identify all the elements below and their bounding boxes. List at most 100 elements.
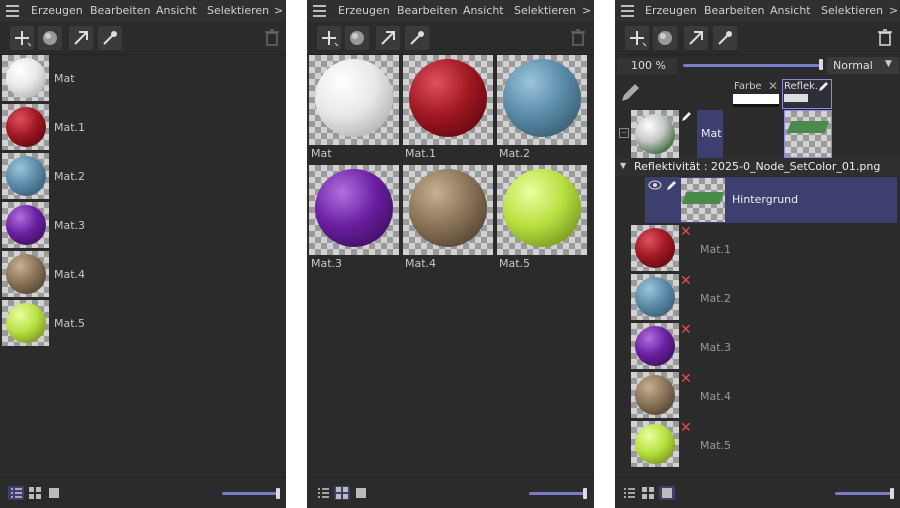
grid-view-icon[interactable] [334,486,350,500]
menu-more-chevron[interactable]: > [274,4,283,17]
menu-erzeugen[interactable]: Erzeugen [31,4,83,17]
hamburger-menu-icon[interactable] [313,5,326,17]
menu-bearbeiten[interactable]: Bearbeiten [704,4,764,17]
add-material-button[interactable] [625,26,649,50]
material-thumbnail[interactable] [631,225,679,271]
slider-knob[interactable] [276,488,280,499]
single-view-icon[interactable] [353,486,369,500]
grid-item[interactable] [497,165,587,255]
material-thumbnail[interactable] [631,110,679,158]
grid-item[interactable] [403,165,493,255]
close-icon[interactable]: ✕ [680,420,694,436]
layer-row-hintergrund[interactable]: Hintergrund [645,177,897,223]
menu-more-chevron[interactable]: > [582,4,591,17]
material-thumbnail[interactable] [631,323,679,369]
opacity-slider[interactable] [683,64,821,67]
menu-ansicht[interactable]: Ansicht [770,4,811,17]
material-thumbnail [2,251,49,297]
menu-erzeugen[interactable]: Erzeugen [645,4,697,17]
material-name: Mat.5 [54,317,86,330]
grid-item[interactable] [309,165,399,255]
material-thumbnail [2,300,49,346]
grid-item[interactable] [309,55,399,145]
channel-farbe-label: Farbe [734,81,762,92]
menu-ansicht[interactable]: Ansicht [156,4,197,17]
apply-arrow-icon[interactable] [376,26,400,50]
channel-farbe-swatch[interactable] [733,94,779,107]
sphere-material-icon[interactable] [653,26,677,50]
material-name: Mat.1 [54,121,86,134]
thumbnail-size-slider[interactable] [222,492,278,495]
close-icon[interactable]: ✕ [680,322,694,338]
slider-knob[interactable] [583,488,587,499]
reflectance-layer-thumbnail[interactable] [784,110,832,158]
opacity-field[interactable]: 100 % [617,58,677,74]
hamburger-menu-icon[interactable] [621,5,634,17]
hamburger-menu-icon[interactable] [6,5,19,17]
grid-item[interactable] [403,55,493,145]
list-item[interactable]: Mat.3 [0,201,286,249]
material-name: Mat.3 [311,257,343,270]
list-item[interactable]: Mat.2 [0,152,286,200]
single-view-icon[interactable] [659,486,675,500]
add-material-button[interactable] [317,26,341,50]
material-thumbnail[interactable] [631,421,679,467]
section-header[interactable]: ▼ Reflektivität : 2025-0_Node_SetColor_0… [615,158,900,176]
trash-icon[interactable] [260,26,284,50]
menu-erzeugen[interactable]: Erzeugen [338,4,390,17]
material-name: Mat.4 [405,257,437,270]
edit-pencil-icon[interactable] [666,179,678,191]
material-thumbnail[interactable] [631,274,679,320]
active-material-chip[interactable]: Mat [697,110,723,158]
eyedropper-icon[interactable] [405,26,429,50]
list-item[interactable]: Mat.4 [0,250,286,298]
list-view-icon[interactable] [8,486,24,500]
slider-knob[interactable] [890,488,894,499]
opacity-slider-knob[interactable] [819,59,823,70]
grid-item[interactable] [497,55,587,145]
eyedropper-icon[interactable] [713,26,737,50]
add-material-button[interactable] [10,26,34,50]
list-view-icon[interactable] [621,486,637,500]
blend-mode-dropdown[interactable]: Normal ▼ [827,57,899,74]
close-icon[interactable]: ✕ [680,371,694,387]
collapse-icon[interactable]: − [619,128,629,138]
single-view-icon[interactable] [46,486,62,500]
edit-pencil-icon[interactable] [818,80,830,92]
menu-selektieren[interactable]: Selektieren [514,4,576,17]
trash-icon[interactable] [873,26,897,50]
pencil-icon[interactable] [619,82,641,104]
close-icon[interactable]: ✕ [680,273,694,289]
close-icon[interactable]: ✕ [768,79,778,93]
toolbar [307,22,594,55]
eyedropper-icon[interactable] [98,26,122,50]
sphere-material-icon[interactable] [345,26,369,50]
apply-arrow-icon[interactable] [684,26,708,50]
list-item[interactable]: Mat.1 [0,103,286,151]
menu-bar: Erzeugen Bearbeiten Ansicht Selektieren … [615,0,900,22]
eye-icon[interactable] [648,180,662,190]
apply-arrow-icon[interactable] [69,26,93,50]
menu-ansicht[interactable]: Ansicht [463,4,504,17]
menu-more-chevron[interactable]: > [889,4,898,17]
thumbnail-size-slider[interactable] [835,492,891,495]
menu-selektieren[interactable]: Selektieren [207,4,269,17]
trash-icon[interactable] [566,26,590,50]
grid-view-icon[interactable] [640,486,656,500]
menu-bearbeiten[interactable]: Bearbeiten [90,4,150,17]
material-thumbnail [2,104,49,150]
chevron-down-icon: ▼ [885,59,892,69]
menu-bar: Erzeugen Bearbeiten Ansicht Selektieren … [307,0,594,22]
list-view-icon[interactable] [315,486,331,500]
menu-bearbeiten[interactable]: Bearbeiten [397,4,457,17]
menu-selektieren[interactable]: Selektieren [821,4,883,17]
thumbnail-size-slider[interactable] [529,492,585,495]
sphere-material-icon[interactable] [38,26,62,50]
edit-pencil-icon[interactable] [681,110,693,122]
material-thumbnail[interactable] [631,372,679,418]
list-item[interactable]: Mat.5 [0,299,286,347]
list-item[interactable]: Mat [0,54,286,102]
grid-view-icon[interactable] [27,486,43,500]
material-name: Mat.3 [54,219,86,232]
close-icon[interactable]: ✕ [680,224,694,240]
